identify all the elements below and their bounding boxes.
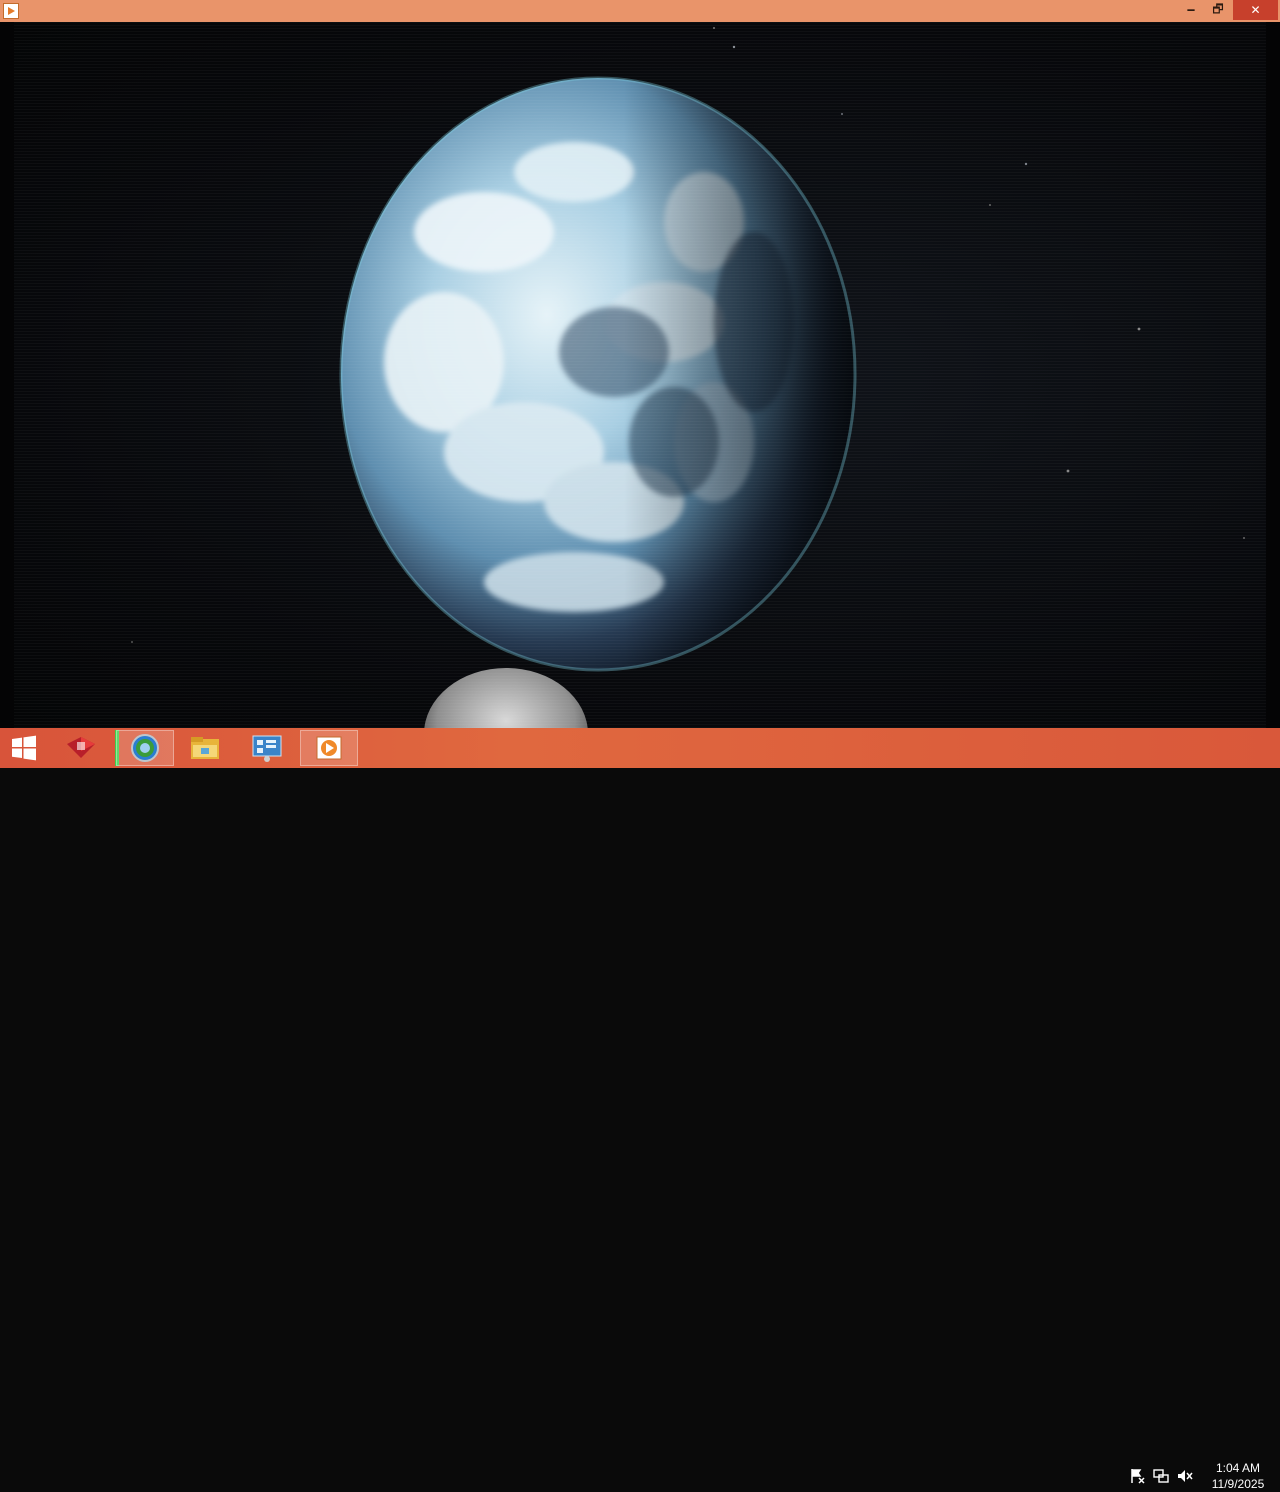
video-letterbox-left	[0, 22, 14, 728]
close-icon: ✕	[1250, 3, 1261, 17]
system-clock[interactable]: 1:04 AM 11/9/2025	[1202, 1460, 1274, 1492]
earth-planet	[339, 76, 857, 672]
media-player-icon	[316, 736, 342, 760]
control-panel-icon	[252, 735, 282, 762]
minimize-icon: 🗕	[1186, 1, 1196, 16]
earth-scene	[131, 27, 1245, 728]
taskbar-browser[interactable]	[116, 730, 174, 766]
file-explorer-icon	[191, 737, 219, 759]
taskbar: 1:04 AM 11/9/2025	[0, 728, 1280, 1491]
app-red-icon	[67, 737, 95, 758]
taskbar-control-panel[interactable]	[238, 730, 296, 766]
taskbar-app-red[interactable]	[52, 730, 110, 766]
clock-date: 11/9/2025	[1211, 1477, 1265, 1491]
taskbar-file-explorer[interactable]	[176, 730, 234, 766]
clock-time: 1:04 AM	[1215, 1461, 1261, 1475]
media-player-icon[interactable]	[3, 3, 19, 19]
action-center-flag-icon[interactable]	[1128, 1466, 1146, 1486]
restore-icon: 🗗	[1212, 1, 1224, 16]
close-button[interactable]: ✕	[1233, 0, 1278, 20]
media-player-window: 🗕 🗗 ✕	[0, 0, 1280, 728]
windows-logo-icon	[12, 735, 36, 761]
moon	[424, 668, 588, 728]
title-bar[interactable]: 🗕 🗗 ✕	[0, 0, 1280, 22]
network-icon[interactable]	[1152, 1466, 1170, 1486]
video-letterbox-right	[1266, 22, 1280, 728]
maximize-button[interactable]: 🗗	[1205, 0, 1231, 20]
volume-muted-icon[interactable]	[1176, 1466, 1194, 1486]
taskbar-media-player[interactable]	[300, 730, 358, 766]
browser-globe-icon	[131, 734, 159, 762]
minimize-button[interactable]: 🗕	[1178, 0, 1204, 20]
video-frame[interactable]	[14, 22, 1266, 728]
start-button[interactable]	[0, 730, 48, 766]
